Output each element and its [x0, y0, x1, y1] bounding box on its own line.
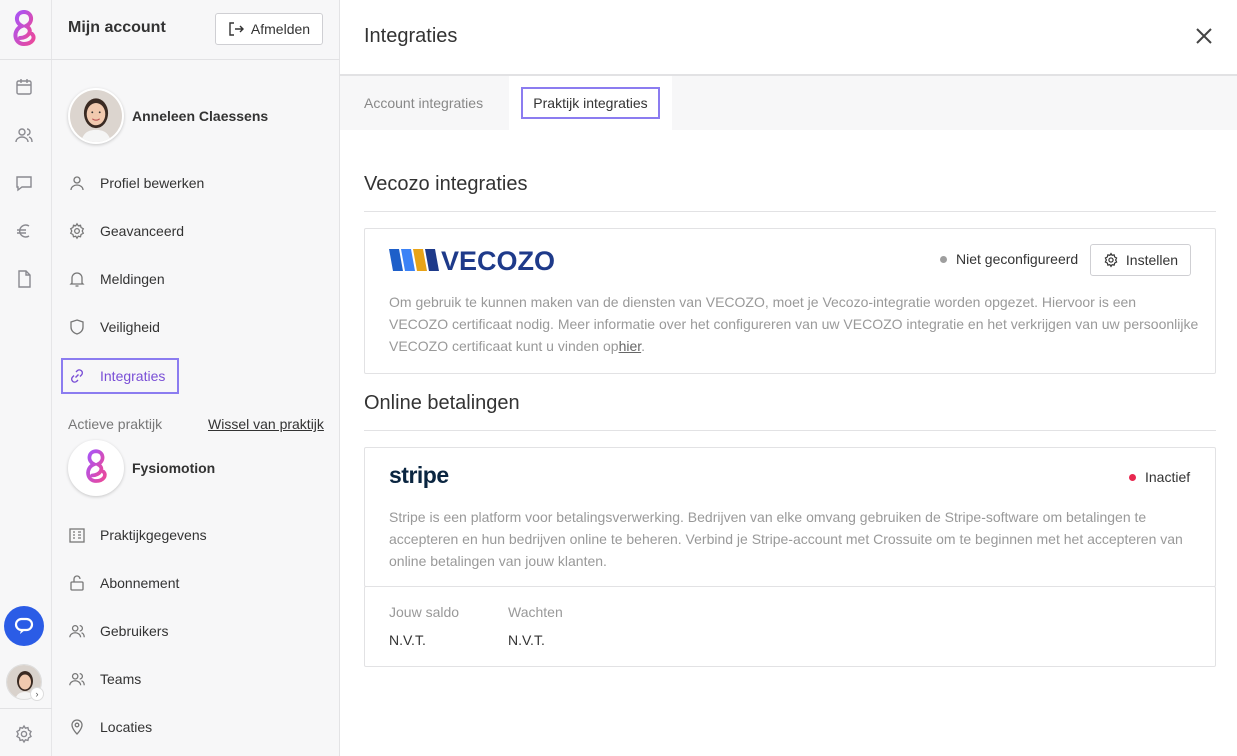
sidebar-item-gebruikers[interactable]: Gebruikers: [68, 616, 168, 646]
sidebar-item-meldingen[interactable]: Meldingen: [68, 264, 165, 294]
message-icon[interactable]: [14, 173, 34, 193]
sidebar-item-label: Profiel bewerken: [100, 175, 205, 191]
section-divider: [364, 430, 1216, 431]
balance-label: Jouw saldo: [389, 604, 460, 620]
sidebar-divider: [52, 59, 340, 60]
stripe-balance-card: Jouw saldo N.V.T. Wachten N.V.T.: [364, 586, 1216, 667]
calendar-icon[interactable]: [14, 77, 34, 97]
vecozo-description: Om gebruik te kunnen maken van de dienst…: [389, 291, 1199, 357]
stripe-card: stripe Inactief Stripe is een platform v…: [364, 447, 1216, 587]
sidebar-item-label: Gebruikers: [100, 623, 169, 639]
user-icon: [68, 174, 86, 192]
description-end: .: [641, 338, 646, 354]
vecozo-info-link[interactable]: hier: [619, 338, 642, 354]
document-icon[interactable]: [14, 269, 34, 289]
users-icon[interactable]: [14, 125, 34, 145]
building-icon: [68, 526, 86, 544]
tab-bar: Account integraties Praktijk integraties: [340, 76, 1237, 130]
sidebar-item-locaties[interactable]: Locaties: [68, 712, 152, 742]
sidebar-item-label: Geavanceerd: [100, 223, 185, 239]
sidebar-item-teams[interactable]: Teams: [68, 664, 141, 694]
euro-icon[interactable]: [14, 221, 34, 241]
sidebar-item-label: Abonnement: [100, 575, 180, 591]
rail-divider: [0, 708, 52, 709]
vecozo-logo: VECOZO: [389, 246, 569, 276]
tab-label: Praktijk integraties: [521, 87, 660, 119]
link-icon: [68, 367, 86, 385]
tab-account-integraties[interactable]: Account integraties: [364, 76, 483, 130]
section-title-vecozo: Vecozo integraties: [364, 173, 528, 195]
close-icon[interactable]: [1193, 25, 1215, 47]
section-divider: [364, 211, 1216, 212]
instellen-label: Instellen: [1125, 252, 1179, 268]
vecozo-card: VECOZO Niet geconfigureerd Instellen Om …: [364, 228, 1216, 374]
chevron-right-icon[interactable]: ›: [30, 687, 44, 701]
integrations-panel: Integraties Account integraties Praktijk…: [340, 0, 1237, 756]
vecozo-status: Niet geconfigureerd: [940, 251, 1078, 267]
sidebar-item-label: Integraties: [100, 368, 166, 384]
sidebar-item-abonnement[interactable]: Abonnement: [68, 568, 179, 598]
vecozo-logo-text: VECOZO: [441, 247, 555, 273]
sidebar-item-praktijkgegevens[interactable]: Praktijkgegevens: [68, 520, 207, 550]
status-dot: [1129, 473, 1136, 481]
account-sidebar: Mijn account Afmelden Anneleen Claessens…: [52, 0, 340, 756]
user-name: Anneleen Claessens: [132, 108, 269, 124]
active-practice-label: Actieve praktijk: [68, 416, 163, 432]
sidebar-item-profiel-bewerken[interactable]: Profiel bewerken: [68, 168, 204, 198]
sidebar-title: Mijn account: [68, 19, 166, 36]
logout-label: Afmelden: [250, 21, 311, 37]
practice-name: Fysiomotion: [132, 460, 216, 476]
lock-icon: [68, 574, 86, 592]
sidebar-item-veiligheid[interactable]: Veiligheid: [68, 312, 160, 342]
practice-logo: [68, 440, 124, 496]
logout-button[interactable]: Afmelden: [215, 13, 323, 45]
gear-icon: [68, 222, 86, 240]
gear-icon: [1104, 252, 1118, 268]
pending-label: Wachten: [508, 604, 563, 620]
sidebar-item-label: Locaties: [100, 719, 153, 735]
sidebar-item-geavanceerd[interactable]: Geavanceerd: [68, 216, 184, 246]
stripe-status: Inactief: [1129, 469, 1190, 485]
balance-value: N.V.T.: [389, 632, 426, 648]
status-text: Niet geconfigureerd: [956, 251, 1079, 267]
status-dot: [940, 255, 947, 263]
sidebar-item-label: Meldingen: [100, 271, 165, 287]
stripe-description: Stripe is een platform voor betalingsver…: [389, 509, 1183, 569]
section-title-payments: Online betalingen: [364, 392, 520, 414]
gear-icon[interactable]: [14, 724, 34, 744]
shield-icon: [68, 318, 86, 336]
status-text: Inactief: [1145, 469, 1191, 485]
bell-icon: [68, 270, 86, 288]
logout-icon: [229, 22, 244, 36]
tab-praktijk-integraties[interactable]: Praktijk integraties: [509, 76, 672, 130]
sidebar-item-label: Veiligheid: [100, 319, 160, 335]
sidebar-item-label: Teams: [100, 671, 142, 687]
sidebar-item-integraties[interactable]: Integraties: [61, 358, 179, 394]
users-icon: [68, 622, 86, 640]
location-pin-icon: [68, 718, 86, 736]
switch-practice-link[interactable]: Wissel van praktijk: [208, 416, 324, 432]
page-title: Integraties: [364, 25, 458, 47]
app-rail: ›: [0, 0, 52, 756]
users-icon: [68, 670, 86, 688]
chat-bubble-icon: [14, 617, 34, 634]
chat-support-button[interactable]: [4, 606, 44, 646]
user-avatar[interactable]: [68, 88, 124, 144]
instellen-button[interactable]: Instellen: [1090, 244, 1191, 276]
app-logo[interactable]: [6, 8, 42, 50]
sidebar-item-label: Praktijkgegevens: [100, 527, 207, 543]
rail-divider: [0, 59, 52, 60]
description-text: Om gebruik te kunnen maken van de dienst…: [389, 294, 1199, 354]
pending-value: N.V.T.: [508, 632, 545, 648]
stripe-logo: stripe: [389, 462, 449, 488]
